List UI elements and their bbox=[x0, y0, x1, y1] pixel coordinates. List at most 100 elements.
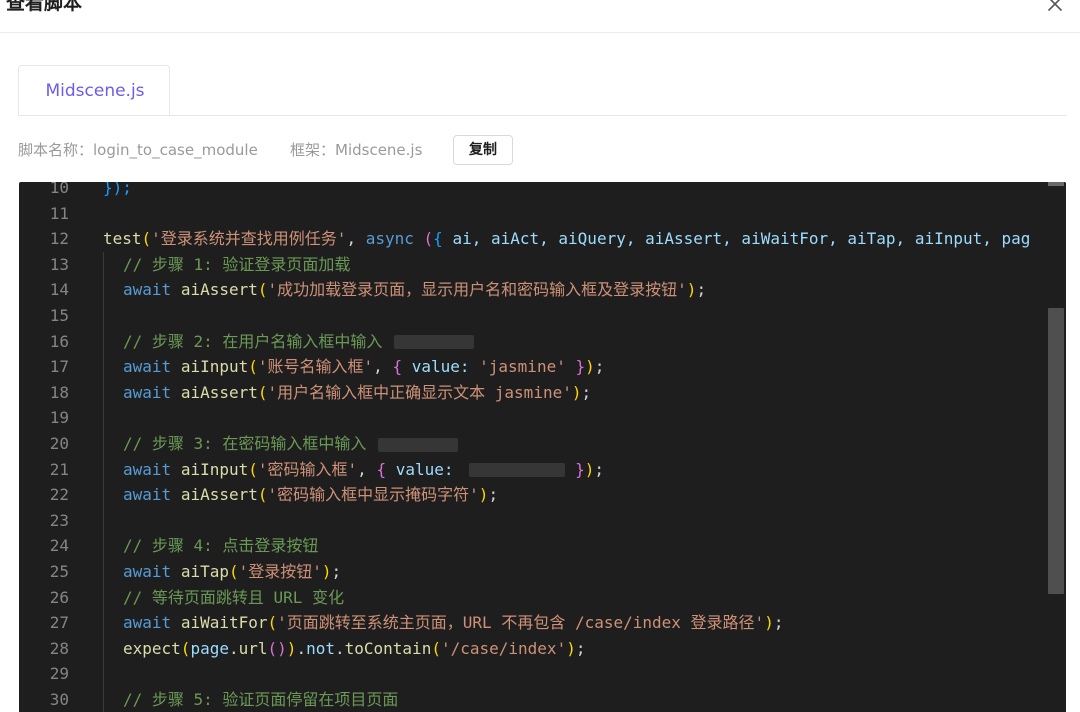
code-line: 17 await aiInput('账号名输入框', { value: 'jasm… bbox=[19, 354, 1049, 380]
code-line: 23 bbox=[19, 507, 1049, 534]
script-meta: 脚本名称：login_to_case_module 框架：Midscene.js… bbox=[18, 135, 1066, 165]
line-number: 12 bbox=[49, 229, 69, 249]
code-token: await bbox=[123, 382, 172, 402]
indent-guide bbox=[103, 328, 104, 355]
code-token: { bbox=[392, 357, 403, 377]
code-token: await bbox=[123, 280, 172, 300]
code-token: ; bbox=[575, 638, 586, 658]
code-line: 28 expect(page.url()).not.toContain('/cas… bbox=[19, 635, 1049, 662]
line-number: 28 bbox=[49, 638, 69, 658]
code-token: ; bbox=[581, 382, 592, 402]
line-number: 19 bbox=[49, 408, 69, 428]
code-token: ( bbox=[257, 280, 268, 300]
scrollbar-thumb[interactable] bbox=[1048, 308, 1064, 594]
code-text: expect(page.url()).not.toContain('/case/… bbox=[123, 636, 585, 662]
redacted-value bbox=[394, 335, 475, 350]
indent-guide bbox=[103, 251, 104, 278]
code-token: '用户名输入框中正确显示文本 jasmine' bbox=[267, 382, 572, 402]
indent-guide bbox=[103, 482, 104, 508]
code-token: value: bbox=[386, 459, 464, 479]
redacted-value bbox=[469, 463, 566, 478]
code-token: ) bbox=[321, 562, 332, 581]
code-token: ; bbox=[331, 562, 342, 581]
tab-midscene[interactable]: Midscene.js bbox=[18, 65, 170, 115]
code-token: ( bbox=[248, 357, 258, 377]
code-line: 26 // 等待页面跳转且 URL 变化 bbox=[19, 584, 1049, 611]
code-token: ) bbox=[286, 638, 297, 658]
line-number: 18 bbox=[49, 382, 69, 402]
code-token: { bbox=[376, 459, 387, 479]
line-number: 16 bbox=[49, 331, 69, 351]
code-token: ( bbox=[257, 382, 268, 402]
code-token: // 步骤 2: 在用户名输入框中输入 bbox=[123, 331, 383, 351]
code-text: await aiAssert('成功加载登录页面，显示用户名和密码输入框及登录按… bbox=[123, 277, 706, 303]
line-number: 30 bbox=[49, 690, 69, 709]
indent-guide bbox=[103, 379, 104, 406]
code-token: ( bbox=[423, 229, 434, 249]
dialog-title: 查看脚本 bbox=[6, 0, 83, 14]
code-line: 14 await aiAssert('成功加载登录页面，显示用户名和密码输入框及登… bbox=[19, 277, 1049, 303]
line-number: 29 bbox=[49, 664, 69, 684]
framework-text: 框架：Midscene.js bbox=[290, 141, 423, 159]
code-token: '密码输入框中显示掩码字符' bbox=[267, 485, 479, 505]
code-token: . bbox=[228, 638, 239, 658]
line-number: 15 bbox=[49, 306, 69, 325]
code-text: await aiAssert('密码输入框中显示掩码字符'); bbox=[123, 482, 498, 508]
indent-guide bbox=[103, 584, 104, 611]
indent-guide bbox=[103, 405, 104, 431]
indent-guide bbox=[103, 431, 104, 457]
code-token: ; bbox=[594, 357, 605, 377]
code-token: , bbox=[346, 229, 366, 249]
code-editor[interactable]: 10}); 11 12 test('登录系统并查找用例任务', async ({ ai… bbox=[19, 182, 1066, 712]
line-number: 11 bbox=[49, 203, 69, 223]
code-token: ( bbox=[228, 562, 239, 581]
tab-label: Midscene.js bbox=[45, 81, 145, 101]
code-token: ( bbox=[248, 459, 258, 479]
redacted-value bbox=[378, 437, 459, 452]
code-token: ) bbox=[764, 613, 774, 633]
code-token: } bbox=[575, 357, 586, 377]
code-token: . bbox=[296, 638, 307, 658]
indent-guide bbox=[103, 456, 104, 483]
code-token: await bbox=[123, 357, 172, 377]
dialog-header: 查看脚本 bbox=[0, 0, 1080, 33]
copy-button[interactable]: 复制 bbox=[453, 135, 513, 165]
close-button[interactable] bbox=[1042, 0, 1068, 17]
code-text: // 步骤 2: 在用户名输入框中输入 bbox=[123, 329, 475, 355]
code-line: 18 await aiAssert('用户名输入框中正确显示文本 jasmine'… bbox=[19, 379, 1049, 406]
code-token: ) bbox=[478, 485, 489, 505]
line-number: 10 bbox=[49, 182, 69, 197]
code-token: . bbox=[334, 638, 345, 658]
code-token: not bbox=[306, 638, 335, 658]
line-number: 23 bbox=[49, 510, 69, 530]
indent-guide bbox=[103, 687, 104, 712]
code-token: await bbox=[123, 485, 172, 505]
line-number: 27 bbox=[49, 613, 69, 633]
code-token: '登录系统并查找用例任务' bbox=[151, 229, 347, 249]
line-number: 20 bbox=[49, 434, 69, 453]
code-text: test('登录系统并查找用例任务', async ({ ai, aiAct, … bbox=[103, 226, 1030, 252]
code-text: // 步骤 4: 点击登录按钮 bbox=[123, 533, 318, 559]
code-token: ( bbox=[267, 613, 278, 633]
code-token: ) bbox=[585, 357, 595, 377]
code-token: test bbox=[103, 229, 142, 249]
code-line: 21 await aiInput('密码输入框', { value: }); bbox=[19, 456, 1049, 483]
code-token: } bbox=[575, 459, 585, 479]
indent-guide bbox=[103, 303, 104, 329]
code-token: async bbox=[365, 229, 414, 249]
line-number: 14 bbox=[49, 280, 69, 300]
code-token: ) bbox=[686, 280, 697, 300]
line-number: 13 bbox=[49, 254, 69, 274]
indent-guide bbox=[103, 610, 104, 636]
code-token: '登录按钮' bbox=[238, 562, 322, 581]
code-text: // 步骤 5: 验证页面停留在项目页面 bbox=[123, 687, 398, 712]
code-token: '密码输入框' bbox=[257, 459, 358, 479]
code-token: , bbox=[357, 459, 377, 479]
code-text: await aiTap('登录按钮'); bbox=[123, 559, 341, 585]
code-line: 27 await aiWaitFor('页面跳转至系统主页面，URL 不再包含 /… bbox=[19, 610, 1049, 636]
line-number: 21 bbox=[49, 459, 69, 479]
code-token: ( bbox=[431, 638, 441, 658]
